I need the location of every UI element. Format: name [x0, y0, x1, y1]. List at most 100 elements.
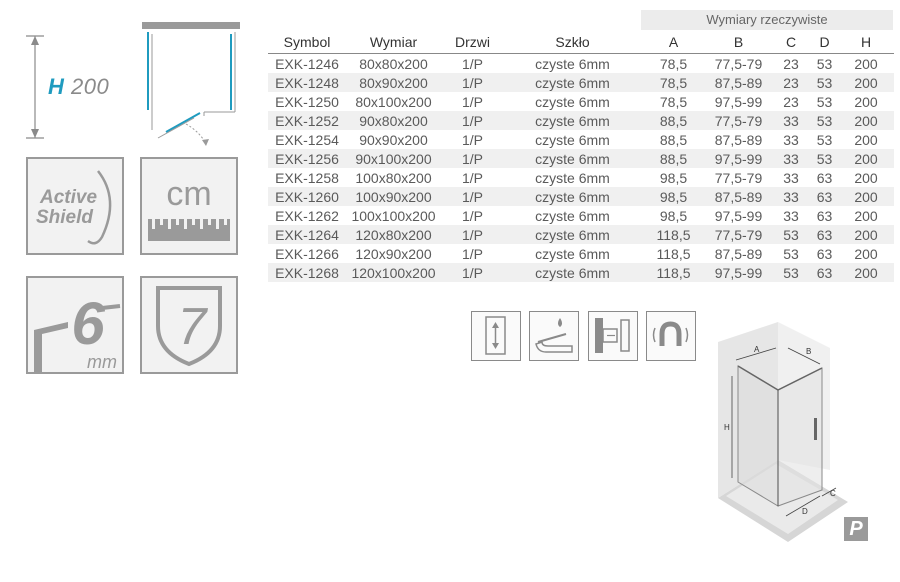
cell-b: 97,5-99 — [714, 93, 763, 110]
col-b: B — [706, 31, 771, 54]
shield-icon: 7 — [156, 286, 222, 367]
cell-szklo: czyste 6mm — [535, 55, 610, 72]
cell-szklo: czyste 6mm — [535, 131, 610, 148]
cell-b: 87,5-89 — [714, 245, 763, 262]
ruler-icon: cm — [148, 175, 230, 241]
cell-wymiar: 120x100x200 — [346, 263, 441, 282]
feature-easy-clean — [529, 311, 579, 361]
cell-d: 63 — [816, 207, 833, 224]
cm-label: cm — [166, 175, 211, 213]
shower-plan-icon — [142, 22, 240, 146]
cell-d: 63 — [816, 169, 833, 186]
cell-c: 33 — [783, 169, 799, 186]
col-symbol: Symbol — [268, 31, 346, 54]
table-row: EXK-1260 100x90x200 1/P czyste 6mm 98,5 87,5-… — [268, 187, 894, 206]
cell-szklo: czyste 6mm — [504, 187, 641, 206]
feature-magnetic — [646, 311, 696, 361]
cell-drzwi: 1/P — [461, 245, 483, 262]
cell-d: 63 — [811, 263, 838, 282]
thickness-unit: mm — [87, 352, 117, 372]
cell-h: 200 — [854, 131, 878, 148]
cell-a: 98,5 — [659, 169, 688, 186]
cell-h: 200 — [854, 169, 878, 186]
cell-wymiar: 120x90x200 — [355, 245, 432, 262]
cell-drzwi: 1/P — [441, 149, 504, 168]
glass-thickness-badge: 6 mm — [26, 276, 124, 374]
cell-symbol: EXK-1250 — [275, 93, 339, 110]
cell-szklo: czyste 6mm — [535, 169, 610, 186]
door-reversible-icon — [485, 316, 506, 355]
table-row: EXK-1254 90x90x200 1/P czyste 6mm 88,5 87,5-8… — [268, 130, 894, 149]
cell-szklo: czyste 6mm — [535, 245, 610, 262]
dim-label-c: C — [830, 489, 836, 498]
cell-szklo: czyste 6mm — [504, 263, 641, 282]
cell-symbol: EXK-1258 — [275, 169, 339, 186]
cell-b: 87,5-89 — [714, 131, 763, 148]
cell-c: 33 — [771, 149, 811, 168]
cell-c: 33 — [771, 187, 811, 206]
cell-symbol: EXK-1264 — [268, 225, 346, 244]
cell-szklo: czyste 6mm — [504, 111, 641, 130]
table-row: EXK-1252 90x80x200 1/P czyste 6mm 88,5 77,5-7… — [268, 111, 894, 130]
cell-symbol: EXK-1254 — [275, 131, 339, 148]
table-row: EXK-1258 100x80x200 1/P czyste 6mm 98,5 77,5-… — [268, 168, 894, 187]
product-line-badge: P — [844, 517, 868, 541]
cell-d: 63 — [811, 225, 838, 244]
height-prefix: H — [48, 74, 65, 99]
cell-drzwi: 1/P — [441, 225, 504, 244]
cell-b: 87,5-89 — [706, 73, 771, 92]
cell-wymiar: 90x80x200 — [346, 111, 441, 130]
cell-szklo: czyste 6mm — [504, 149, 641, 168]
cell-b: 77,5-79 — [706, 111, 771, 130]
cell-symbol: EXK-1246 — [275, 55, 339, 72]
cell-c: 23 — [783, 93, 799, 110]
cell-b: 97,5-99 — [706, 263, 771, 282]
cell-h: 200 — [854, 55, 878, 72]
cell-drzwi: 1/P — [461, 169, 483, 186]
cell-h: 200 — [838, 111, 894, 130]
magnetic-seal-icon — [652, 321, 689, 346]
cell-c: 33 — [783, 207, 799, 224]
table-header-row: Symbol Wymiar Drzwi Szkło A B C D H — [268, 31, 894, 54]
col-h: H — [838, 31, 894, 54]
cell-h: 200 — [838, 225, 894, 244]
cell-szklo: czyste 6mm — [535, 93, 610, 110]
cell-drzwi: 1/P — [441, 263, 504, 282]
col-szklo: Szkło — [504, 31, 641, 54]
cell-b: 77,5-79 — [714, 169, 763, 186]
active-shield-icon: Active Shield — [36, 170, 112, 245]
cell-a: 118,5 — [641, 263, 706, 282]
col-wymiar: Wymiar — [346, 31, 441, 54]
dim-label-a: A — [754, 345, 760, 354]
cell-a: 98,5 — [641, 187, 706, 206]
cell-c: 53 — [783, 245, 799, 262]
cell-a: 88,5 — [641, 149, 706, 168]
height-value: 200 — [71, 74, 110, 99]
cell-a: 78,5 — [659, 93, 688, 110]
cell-a: 98,5 — [659, 207, 688, 224]
cell-a: 118,5 — [641, 225, 706, 244]
shower-isometric-drawing: A B H D C — [718, 322, 848, 542]
table-row: EXK-1262 100x100x200 1/P czyste 6mm 98,5 97,5… — [268, 206, 894, 225]
cell-wymiar: 80x80x200 — [359, 55, 428, 72]
cell-symbol: EXK-1248 — [268, 73, 346, 92]
cell-a: 88,5 — [641, 111, 706, 130]
table-row: EXK-1248 80x90x200 1/P czyste 6mm 78,5 87,5-8… — [268, 73, 894, 92]
easy-clean-glass-icon — [535, 318, 573, 353]
cell-symbol: EXK-1268 — [268, 263, 346, 282]
col-drzwi: Drzwi — [441, 31, 504, 54]
cell-drzwi: 1/P — [441, 187, 504, 206]
dim-label-d: D — [802, 507, 808, 516]
cell-wymiar: 120x80x200 — [346, 225, 441, 244]
cell-b: 77,5-79 — [706, 225, 771, 244]
cell-b: 77,5-79 — [714, 55, 763, 72]
table-row: EXK-1268 120x100x200 1/P czyste 6mm 118,5 97,… — [268, 263, 894, 282]
table-row: EXK-1250 80x100x200 1/P czyste 6mm 78,5 97,5-… — [268, 92, 894, 111]
warranty-badge: 7 — [140, 276, 238, 374]
cell-c: 33 — [771, 111, 811, 130]
thickness-value: 6 — [71, 290, 105, 357]
cell-a: 78,5 — [641, 73, 706, 92]
col-d: D — [811, 31, 838, 54]
cell-d: 53 — [816, 93, 833, 110]
cell-b: 87,5-89 — [706, 187, 771, 206]
